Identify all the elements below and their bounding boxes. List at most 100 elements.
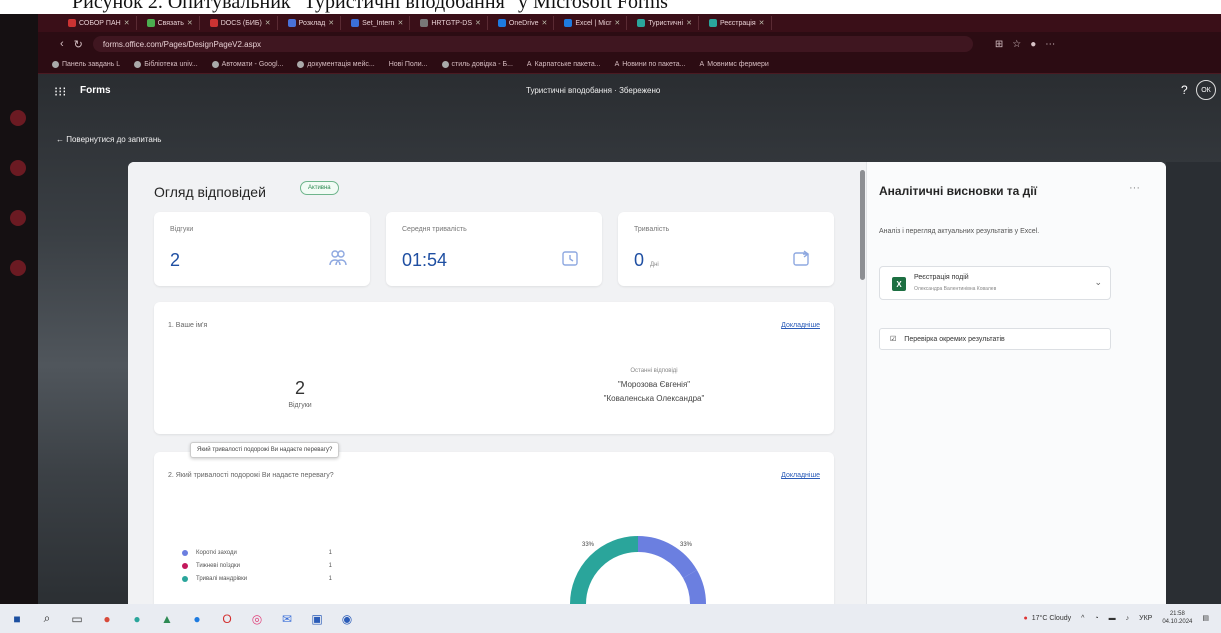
close-icon[interactable]: ✕ bbox=[397, 19, 403, 27]
network-icon[interactable]: ◔ bbox=[1094, 615, 1098, 622]
donut-segment bbox=[570, 536, 639, 604]
workbook-name: Реєстрація подій bbox=[914, 274, 969, 281]
bookmark-item[interactable]: документація мейс... bbox=[297, 61, 375, 68]
tab-favicon-icon bbox=[637, 19, 646, 27]
left-dark-strip bbox=[0, 14, 38, 604]
legend-item: Тривалі мандрівки 1 bbox=[182, 572, 332, 585]
explorer-icon[interactable]: ◉ bbox=[340, 612, 354, 626]
menu-icon[interactable]: ⋯ bbox=[1045, 39, 1055, 50]
photo-of-screen: СОБОР ПАН ✕ Связать ✕ DOCS (БИБ) ✕ Розклад ✕… bbox=[0, 14, 1221, 633]
word-icon[interactable]: ▣ bbox=[310, 612, 324, 626]
tray-chevron-icon[interactable]: ^ bbox=[1081, 615, 1084, 622]
close-icon[interactable]: ✕ bbox=[614, 19, 620, 27]
tab-favicon-icon bbox=[209, 19, 218, 27]
speaker-icon[interactable]: ♪ bbox=[1126, 615, 1130, 622]
results-panel: Огляд відповідей Активна Відгуки 2 Серед… bbox=[128, 162, 1166, 604]
extensions-icon[interactable]: ⊞ bbox=[995, 39, 1003, 50]
latest-response: "Коваленська Олександра" bbox=[603, 394, 705, 403]
red-dot-icon bbox=[10, 160, 26, 176]
workbook-owner: Олександра Валентинівна Ковалев bbox=[914, 286, 997, 292]
review-results-button[interactable]: ☑ Перевірка окремих результатів bbox=[879, 328, 1111, 350]
browser-icon[interactable]: ● bbox=[130, 612, 144, 626]
browser-tab[interactable]: СОБОР ПАН ✕ bbox=[62, 16, 137, 30]
help-icon[interactable]: ? bbox=[1181, 83, 1188, 97]
opera-icon[interactable]: O bbox=[220, 612, 234, 626]
windows-taskbar: ■ ⌕ ▭ ● ● ▲ ● O ◎ ✉ ▣ ◉ ● 17°C Cloudy ^ ◔… bbox=[0, 604, 1221, 633]
app-icon[interactable]: ◎ bbox=[250, 612, 264, 626]
reload-icon[interactable]: ↻ bbox=[74, 38, 83, 51]
tab-favicon-icon bbox=[497, 19, 506, 27]
browser-tab[interactable]: Розклад ✕ bbox=[282, 16, 342, 30]
letter-a-icon: A bbox=[526, 61, 532, 68]
browser-tab[interactable]: Set_Intern ✕ bbox=[345, 16, 411, 30]
browser-tab[interactable]: HRTGTP-DS ✕ bbox=[414, 16, 488, 30]
latest-responses: Останні відповіді "Морозова Євгенія" "Ко… bbox=[534, 368, 774, 408]
task-view-icon[interactable]: ▭ bbox=[70, 612, 84, 626]
excel-workbook-card[interactable]: X Реєстрація подій Олександра Валентинів… bbox=[879, 266, 1111, 300]
close-icon[interactable]: ✕ bbox=[475, 19, 481, 27]
search-icon[interactable]: ⌕ bbox=[40, 611, 54, 626]
browser-tab[interactable]: OneDrive ✕ bbox=[492, 16, 555, 30]
address-bar[interactable]: forms.office.com/Pages/DesignPageV2.aspx bbox=[92, 36, 973, 52]
insights-description: Аналіз і перегляд актуальних результатів… bbox=[879, 228, 1040, 235]
bookmark-item[interactable]: A Мовнимс фермери bbox=[700, 61, 769, 68]
language-indicator[interactable]: УКР bbox=[1139, 615, 1152, 622]
weather-widget[interactable]: ● 17°C Cloudy bbox=[1024, 615, 1072, 622]
chrome-icon[interactable]: ● bbox=[100, 612, 114, 626]
close-icon[interactable]: ✕ bbox=[328, 19, 334, 27]
edge-icon[interactable]: ● bbox=[190, 612, 204, 626]
bookmark-item[interactable]: Бібліотека univ... bbox=[134, 61, 198, 68]
avatar[interactable]: ОК bbox=[1196, 80, 1216, 100]
app-launcher-icon[interactable]: ⁝⁝⁝ bbox=[54, 84, 66, 100]
legend-swatch bbox=[182, 549, 188, 556]
bookmark-icon bbox=[211, 61, 219, 68]
close-icon[interactable]: ✕ bbox=[759, 19, 765, 27]
details-link[interactable]: Докладніше bbox=[781, 472, 820, 479]
donut-chart: 33% 33% bbox=[548, 524, 728, 604]
close-icon[interactable]: ✕ bbox=[124, 19, 130, 27]
mail-icon[interactable]: ✉ bbox=[280, 612, 294, 626]
bookmark-item[interactable]: Автомати - Googl... bbox=[211, 61, 283, 68]
notifications-icon[interactable]: ▤ bbox=[1202, 614, 1209, 622]
letter-a-icon: A bbox=[614, 61, 620, 68]
legend-item: Короткі заходи 1 bbox=[182, 546, 332, 559]
browser-tab[interactable]: Туристичні ✕ bbox=[631, 16, 699, 30]
bookmark-item[interactable]: стиль довідка - Б... bbox=[441, 61, 513, 68]
insights-title: Аналітичні висновки та дії bbox=[879, 184, 1037, 198]
close-icon[interactable]: ✕ bbox=[265, 19, 271, 27]
details-link[interactable]: Докладніше bbox=[781, 322, 820, 329]
tab-favicon-icon bbox=[708, 19, 717, 27]
close-icon[interactable]: ✕ bbox=[686, 19, 692, 27]
clock[interactable]: 21:58 04.10.2024 bbox=[1162, 610, 1192, 626]
response-count: 2 bbox=[294, 378, 305, 398]
bookmark-item[interactable]: A Карпатське пакета... bbox=[527, 61, 601, 68]
chevron-down-icon[interactable]: ⌄ bbox=[1094, 277, 1102, 288]
bookmark-item[interactable]: Нові Поли... bbox=[389, 61, 428, 68]
scrollbar[interactable] bbox=[860, 170, 865, 280]
battery-icon[interactable]: ▬ bbox=[1109, 615, 1116, 622]
bookmark-item[interactable]: Панель завдань L bbox=[52, 61, 120, 68]
bookmark-icon bbox=[297, 61, 305, 68]
percent-label: 33% bbox=[680, 542, 693, 548]
close-icon[interactable]: ✕ bbox=[187, 19, 193, 27]
browser-tab[interactable]: DOCS (БИБ) ✕ bbox=[204, 16, 278, 30]
app-name: Forms bbox=[80, 85, 111, 96]
legend-item: Тижневі поїздки 1 bbox=[182, 559, 332, 572]
windows-start-icon[interactable]: ■ bbox=[10, 612, 24, 626]
back-to-questions-link[interactable]: ← Повернутися до запитань bbox=[56, 135, 161, 144]
form-title[interactable]: Туристичні вподобання · Збережено bbox=[526, 86, 660, 95]
bookmark-item[interactable]: A Новини по пакета... bbox=[615, 61, 686, 68]
star-icon[interactable]: ☆ bbox=[1012, 39, 1021, 50]
close-icon[interactable]: ✕ bbox=[542, 19, 548, 27]
bookmark-icon bbox=[134, 61, 142, 68]
browser-tab[interactable]: Связать ✕ bbox=[141, 16, 200, 30]
background-edge bbox=[1166, 162, 1221, 604]
more-options-icon[interactable]: ··· bbox=[1129, 182, 1140, 194]
stat-card-duration: Тривалість 0 Дні bbox=[618, 212, 834, 286]
bookmark-icon bbox=[441, 61, 449, 68]
browser-tab[interactable]: Excel | Micr ✕ bbox=[558, 16, 628, 30]
browser-tab[interactable]: Реєстрація ✕ bbox=[703, 16, 772, 30]
back-arrow-icon[interactable]: ‹ bbox=[60, 38, 64, 50]
profile-icon[interactable]: ● bbox=[1030, 39, 1036, 50]
files-icon[interactable]: ▲ bbox=[160, 612, 174, 626]
